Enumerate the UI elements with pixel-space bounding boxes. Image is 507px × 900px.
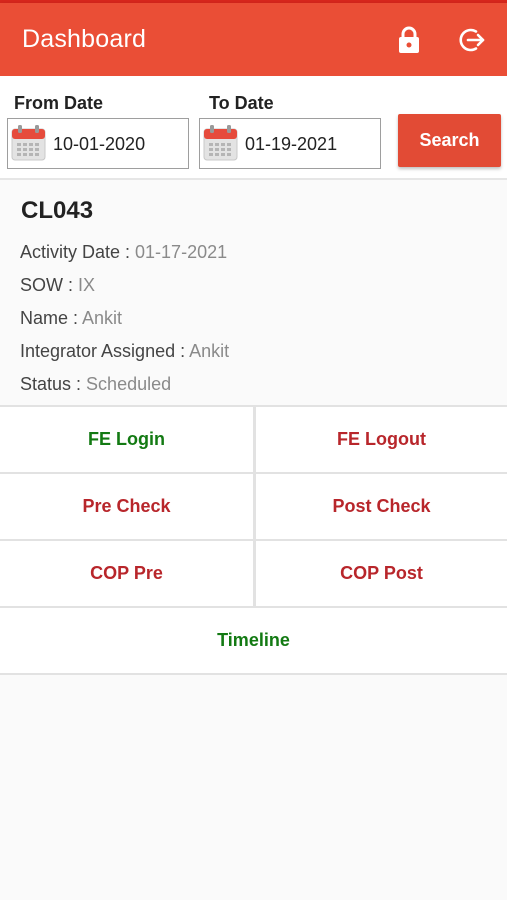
to-date-field[interactable]: 01-19-2021 (199, 118, 381, 169)
fe-login-button[interactable]: FE Login (0, 407, 253, 472)
activity-date-value: 01-17-2021 (135, 242, 228, 262)
date-filter: From Date To Date 10-01-2020 01-19-2021 … (0, 76, 507, 179)
status-row: Status : Scheduled (20, 374, 171, 395)
sow-label: SOW : (20, 275, 78, 295)
activity-date-row: Activity Date : 01-17-2021 (20, 242, 227, 263)
activity-card: CL043 Activity Date : 01-17-2021 SOW : I… (0, 180, 507, 405)
integrator-label: Integrator Assigned : (20, 341, 190, 361)
sow-row: SOW : IX (20, 275, 95, 296)
integrator-value: Ankit (189, 341, 230, 361)
timeline-button[interactable]: Timeline (0, 608, 507, 673)
name-label: Name : (20, 308, 83, 328)
action-grid: FE Login FE Logout Pre Check Post Check … (0, 405, 507, 675)
grid-divider (0, 673, 507, 675)
activity-id: CL043 (21, 197, 94, 224)
to-date-label: To Date (209, 93, 274, 113)
cop-post-button[interactable]: COP Post (256, 541, 507, 606)
calendar-icon (203, 125, 238, 161)
grid-vertical-divider (253, 407, 256, 606)
activity-date-label: Activity Date : (20, 242, 136, 262)
from-date-label: From Date (14, 93, 104, 113)
to-date-value: 01-19-2021 (245, 134, 338, 154)
post-check-button[interactable]: Post Check (256, 474, 507, 539)
cop-pre-button[interactable]: COP Pre (0, 541, 253, 606)
lock-icon[interactable] (394, 25, 424, 55)
page-title: Dashboard (22, 25, 147, 53)
fe-logout-button[interactable]: FE Logout (256, 407, 507, 472)
logout-icon[interactable] (457, 25, 487, 55)
from-date-value: 10-01-2020 (53, 134, 146, 154)
sow-value: IX (78, 275, 96, 295)
name-row: Name : Ankit (20, 308, 122, 329)
from-date-field[interactable]: 10-01-2020 (7, 118, 189, 169)
status-label: Status : (20, 374, 87, 394)
status-value: Scheduled (86, 374, 172, 394)
pre-check-button[interactable]: Pre Check (0, 474, 253, 539)
search-button[interactable]: Search (398, 114, 501, 167)
name-value: Ankit (82, 308, 123, 328)
integrator-row: Integrator Assigned : Ankit (20, 341, 229, 362)
calendar-icon (11, 125, 46, 161)
app-bar: Dashboard (0, 3, 507, 76)
